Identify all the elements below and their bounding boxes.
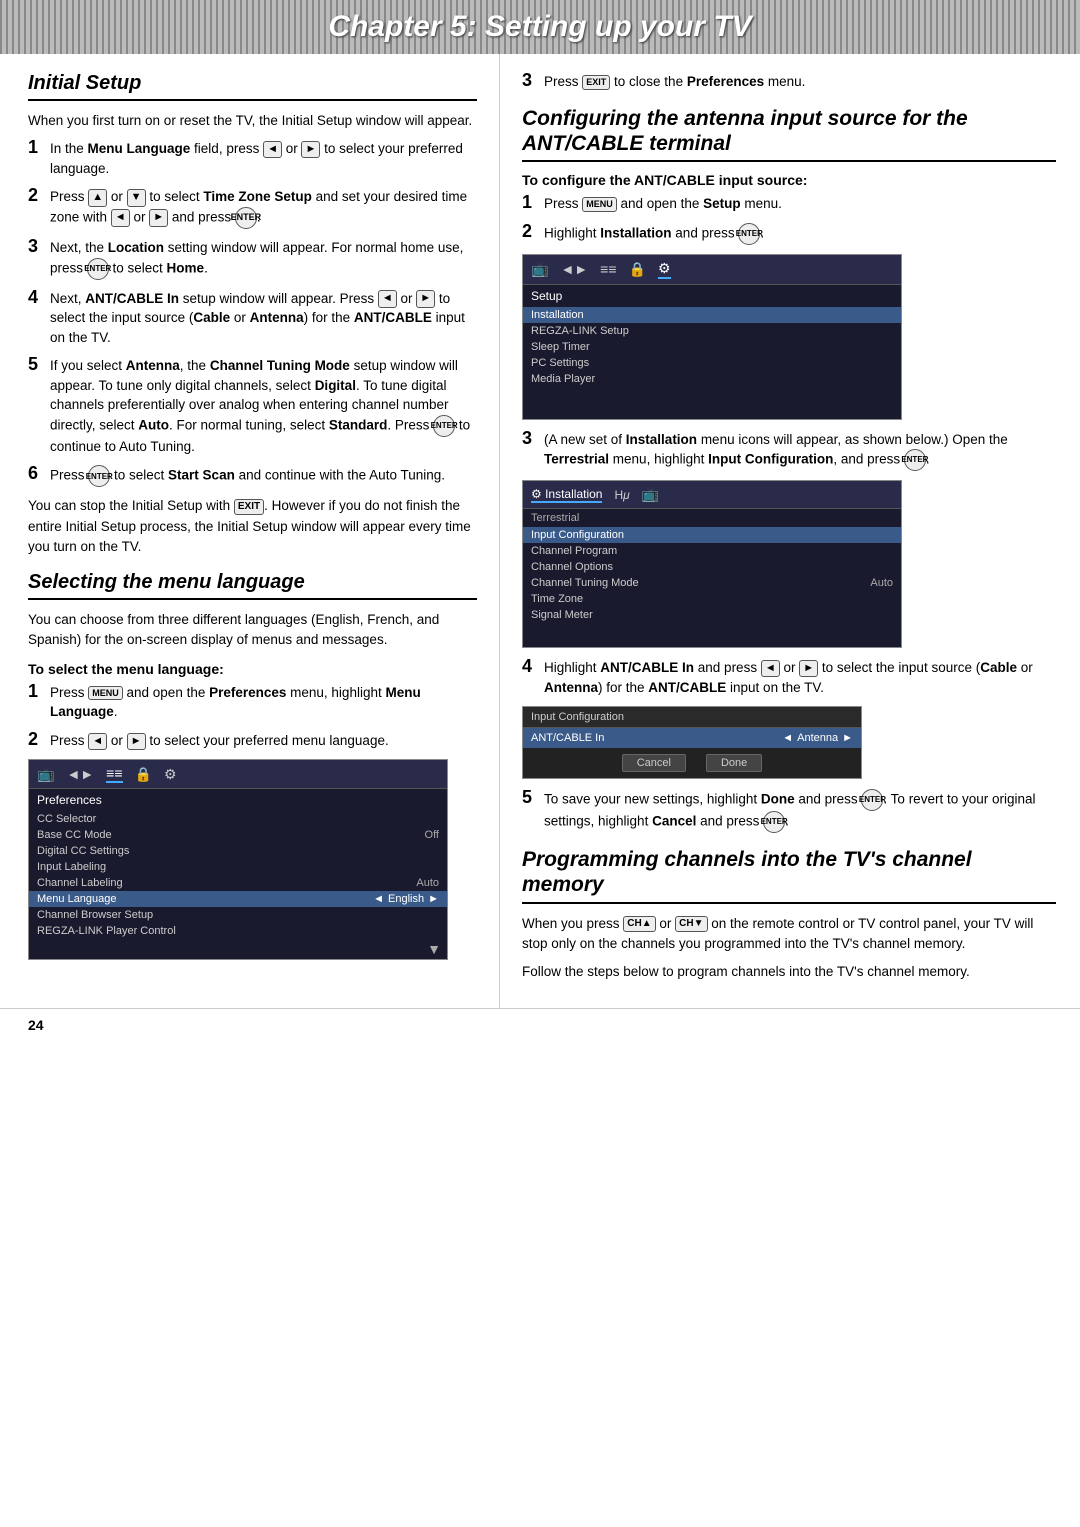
antenna-config-heading: Configuring the antenna input source for… — [522, 106, 1056, 162]
installation-menu-mockup: ⚙ Installation Hμ 📺 Terrestrial Input Co… — [522, 480, 902, 648]
menu-row-ch-browser: Channel Browser Setup — [29, 907, 447, 923]
cancel-button[interactable]: Cancel — [622, 754, 686, 772]
chapter-title: Chapter 5: Setting up your TV — [20, 10, 1060, 44]
menu-row-ch-program: Channel Program — [523, 543, 901, 559]
step-3-prefs: 3 Press EXIT to close the Preferences me… — [522, 72, 1056, 92]
menu-language-heading: Selecting the menu language — [28, 571, 477, 600]
step-2-initial: 2 Press ▲ or ▼ to select Time Zone Setup… — [28, 187, 477, 229]
menu-row-ch-label: Channel LabelingAuto — [29, 875, 447, 891]
menu-row-regza-setup: REGZA-LINK Setup — [523, 323, 901, 339]
menu-row-sleep: Sleep Timer — [523, 339, 901, 355]
menu-row-base-cc: Base CC ModeOff — [29, 827, 447, 843]
tv-icon: 📺 — [37, 766, 54, 783]
step-1-initial: 1 In the Menu Language field, press ◄ or… — [28, 139, 477, 178]
step-3-antenna: 3 (A new set of Installation menu icons … — [522, 430, 1056, 472]
step-1-antenna: 1 Press MENU and open the Setup menu. — [522, 194, 1056, 214]
install-menu-topbar: ⚙ Installation Hμ 📺 — [523, 481, 901, 509]
step-4-antenna: 4 Highlight ANT/CABLE In and press ◄ or … — [522, 658, 1056, 697]
chapter-header: Chapter 5: Setting up your TV — [0, 0, 1080, 54]
menu-row-ch-options: Channel Options — [523, 559, 901, 575]
menu-row-signal: Signal Meter — [523, 607, 901, 623]
gear-icon: ⚙ — [164, 766, 177, 783]
scroll-indicator: ▼ — [427, 941, 441, 957]
step-5-antenna: 5 To save your new settings, highlight D… — [522, 789, 1056, 833]
list-icon-2: ≡≡ — [600, 261, 616, 277]
gear-icon-2: ⚙ — [658, 260, 671, 279]
step-2-antenna: 2 Highlight Installation and press ENTER… — [522, 223, 1056, 245]
antenna-config-sub: To configure the ANT/CABLE input source: — [522, 172, 1056, 188]
menu-language-intro: You can choose from three different lang… — [28, 610, 477, 651]
initial-setup-closing: You can stop the Initial Setup with EXIT… — [28, 496, 477, 557]
arrows-icon: ◄► — [66, 766, 94, 782]
left-column: Initial Setup When you first turn on or … — [0, 54, 500, 1008]
programming-heading: Programming channels into the TV's chann… — [522, 847, 1056, 903]
menu-row-menu-lang: Menu Language ◄ English ► — [29, 891, 447, 907]
menu-row-ant-cable: ANT/CABLE In ◄ Antenna ► — [523, 728, 861, 748]
initial-setup-heading: Initial Setup — [28, 72, 477, 101]
menu-language-sub: To select the menu language: — [28, 661, 477, 677]
menu-row-cc-selector: CC Selector — [29, 811, 447, 827]
step-1-lang: 1 Press MENU and open the Preferences me… — [28, 683, 477, 722]
menu-row-time-zone: Time Zone — [523, 591, 901, 607]
step-5-initial: 5 If you select Antenna, the Channel Tun… — [28, 356, 477, 456]
lock-icon-2: 🔒 — [629, 261, 646, 278]
menu-row-ch-tuning: Channel Tuning ModeAuto — [523, 575, 901, 591]
preferences-menu-title: Preferences — [29, 789, 447, 811]
tv-icon-2: 📺 — [531, 261, 548, 278]
list-icon: ≡≡ — [106, 765, 122, 783]
menu-row-installation: Installation — [523, 307, 901, 323]
menu-row-regza-link: REGZA-LINK Player Control — [29, 923, 447, 939]
setup-menu-topbar: 📺 ◄► ≡≡ 🔒 ⚙ — [523, 255, 901, 285]
input-config-menu-mockup: Input Configuration ANT/CABLE In ◄ Anten… — [522, 706, 862, 779]
screen-icon: 📺 — [642, 486, 659, 503]
page-number: 24 — [0, 1008, 1080, 1041]
content-area: Initial Setup When you first turn on or … — [0, 54, 1080, 1008]
preferences-menu-mockup: 📺 ◄► ≡≡ 🔒 ⚙ Preferences CC Selector Base… — [28, 759, 448, 960]
menu-row-input-label: Input Labeling — [29, 859, 447, 875]
menu-row-input-config: Input Configuration — [523, 527, 901, 543]
right-column: 3 Press EXIT to close the Preferences me… — [500, 54, 1080, 1008]
programming-intro: When you press CH▲ or CH▼ on the remote … — [522, 914, 1056, 955]
arrows-icon-2: ◄► — [560, 261, 588, 277]
menu-row-terrestrial-label: Terrestrial — [523, 509, 901, 527]
step-3-initial: 3 Next, the Location setting window will… — [28, 238, 477, 280]
menu-row-media: Media Player — [523, 371, 901, 387]
done-button[interactable]: Done — [706, 754, 762, 772]
menu-row-digital-cc: Digital CC Settings — [29, 843, 447, 859]
initial-setup-intro: When you first turn on or reset the TV, … — [28, 111, 477, 131]
setup-menu-title: Setup — [523, 285, 901, 307]
step-2-lang: 2 Press ◄ or ► to select your preferred … — [28, 731, 477, 751]
programming-closing: Follow the steps below to program channe… — [522, 962, 1056, 982]
menu-topbar: 📺 ◄► ≡≡ 🔒 ⚙ — [29, 760, 447, 789]
step-6-initial: 6 Press ENTER to select Start Scan and c… — [28, 465, 477, 487]
gear-icon-3: ⚙ Installation — [531, 487, 602, 503]
setup-menu-mockup: 📺 ◄► ≡≡ 🔒 ⚙ Setup Installation REGZA-LIN… — [522, 254, 902, 420]
lock-icon: 🔒 — [135, 766, 152, 783]
menu-row-pc: PC Settings — [523, 355, 901, 371]
step-4-initial: 4 Next, ANT/CABLE In setup window will a… — [28, 289, 477, 348]
hmu-icon: Hμ — [614, 488, 629, 502]
